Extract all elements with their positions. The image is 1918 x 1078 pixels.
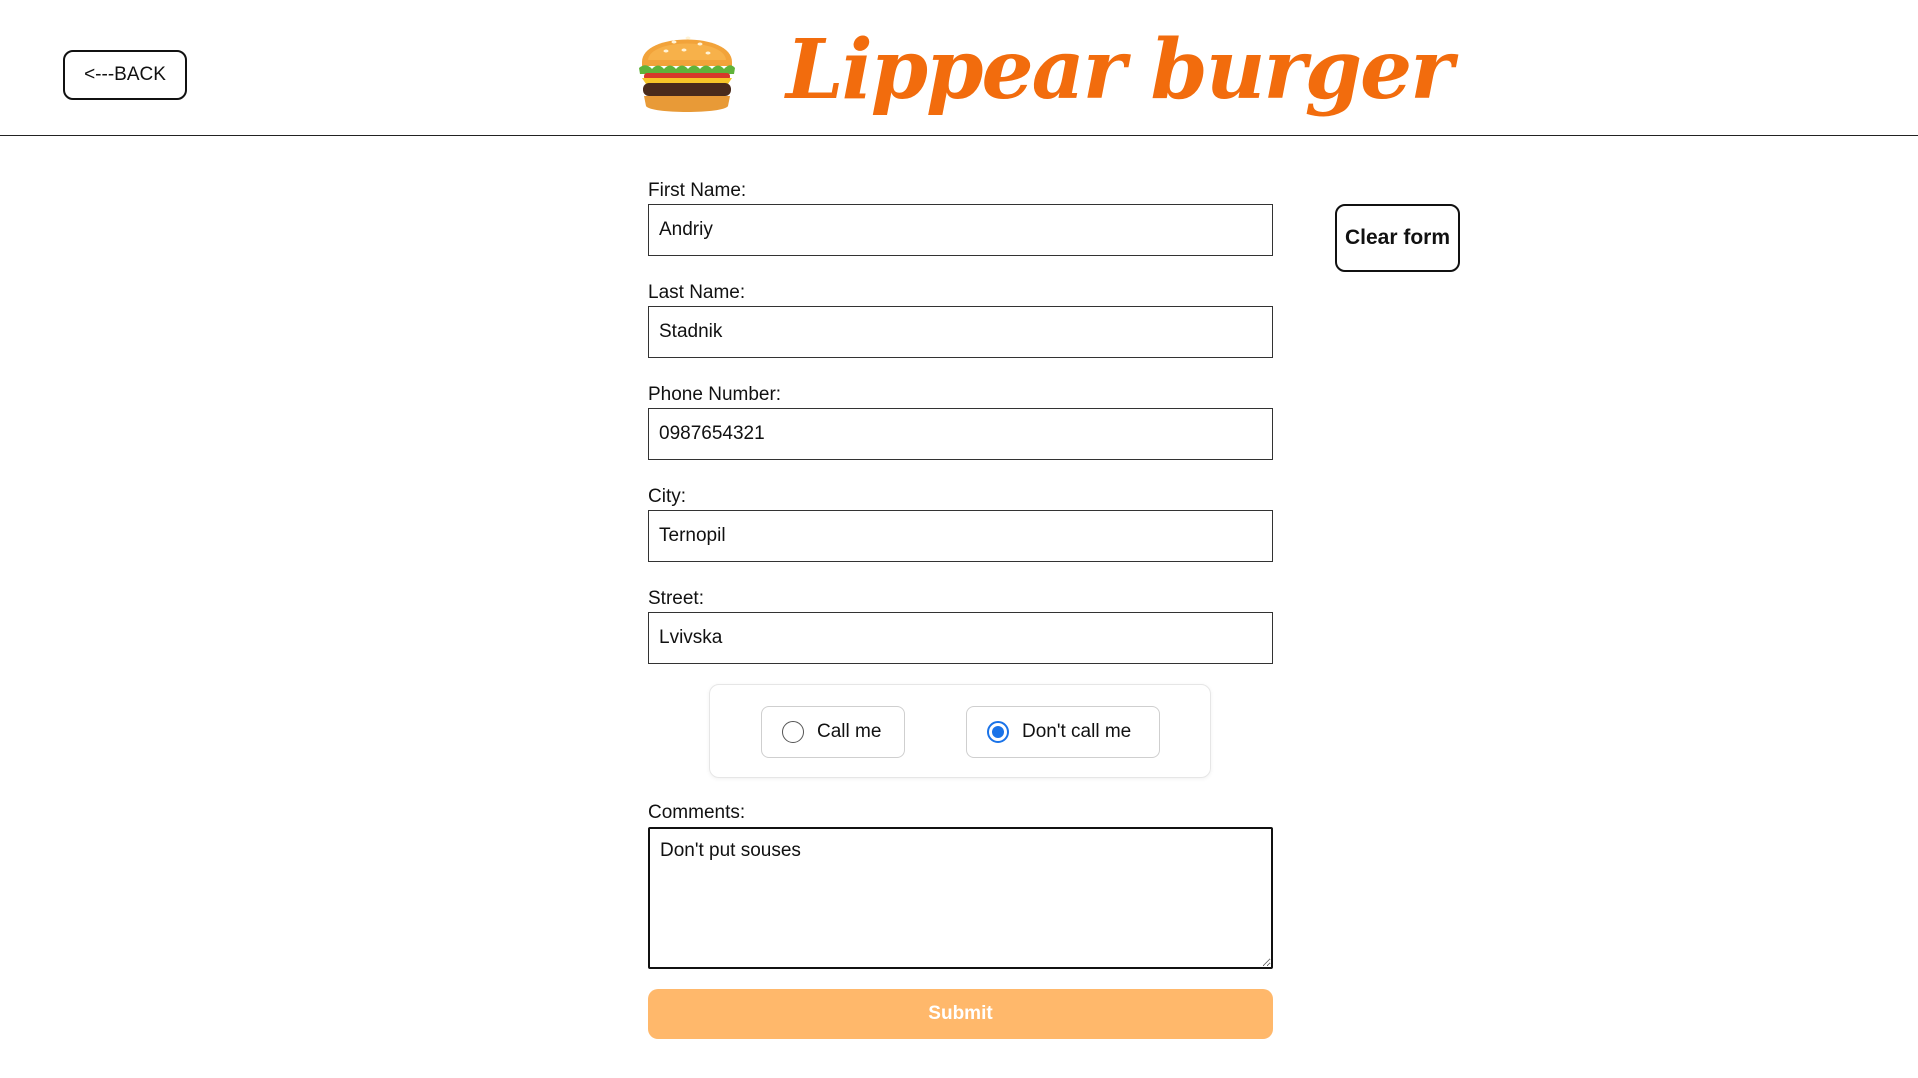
radio-dont-call-me[interactable]: Don't call me	[966, 706, 1160, 758]
last-name-label: Last Name:	[648, 282, 746, 303]
comments-textarea[interactable]: Don't put souses	[648, 827, 1273, 969]
back-button[interactable]: <---BACK	[63, 50, 187, 100]
radio-call-me[interactable]: Call me	[761, 706, 905, 758]
street-input[interactable]	[648, 612, 1273, 664]
radio-button-icon[interactable]	[782, 721, 804, 743]
submit-button[interactable]: Submit	[648, 989, 1273, 1039]
clear-form-button[interactable]: Clear form	[1335, 204, 1460, 272]
header: <---BACK Lippear burger	[0, 0, 1918, 136]
phone-input[interactable]	[648, 408, 1273, 460]
radio-button-checked-icon[interactable]	[987, 721, 1009, 743]
radio-call-me-label: Call me	[817, 721, 882, 742]
street-label: Street:	[648, 588, 704, 609]
order-page: <---BACK Lippear burger First Name: Las	[0, 0, 1918, 1078]
first-name-label: First Name:	[648, 180, 747, 201]
city-input[interactable]	[648, 510, 1273, 562]
last-name-input[interactable]	[648, 306, 1273, 358]
city-label: City:	[648, 486, 686, 507]
first-name-input[interactable]	[648, 204, 1273, 256]
contact-preference-group: Call me Don't call me	[709, 684, 1211, 778]
phone-label: Phone Number:	[648, 384, 782, 405]
burger-icon	[639, 36, 735, 112]
radio-dont-call-me-label: Don't call me	[1022, 721, 1132, 742]
brand-name: Lippear burger	[786, 22, 1453, 118]
comments-label: Comments:	[648, 802, 746, 823]
